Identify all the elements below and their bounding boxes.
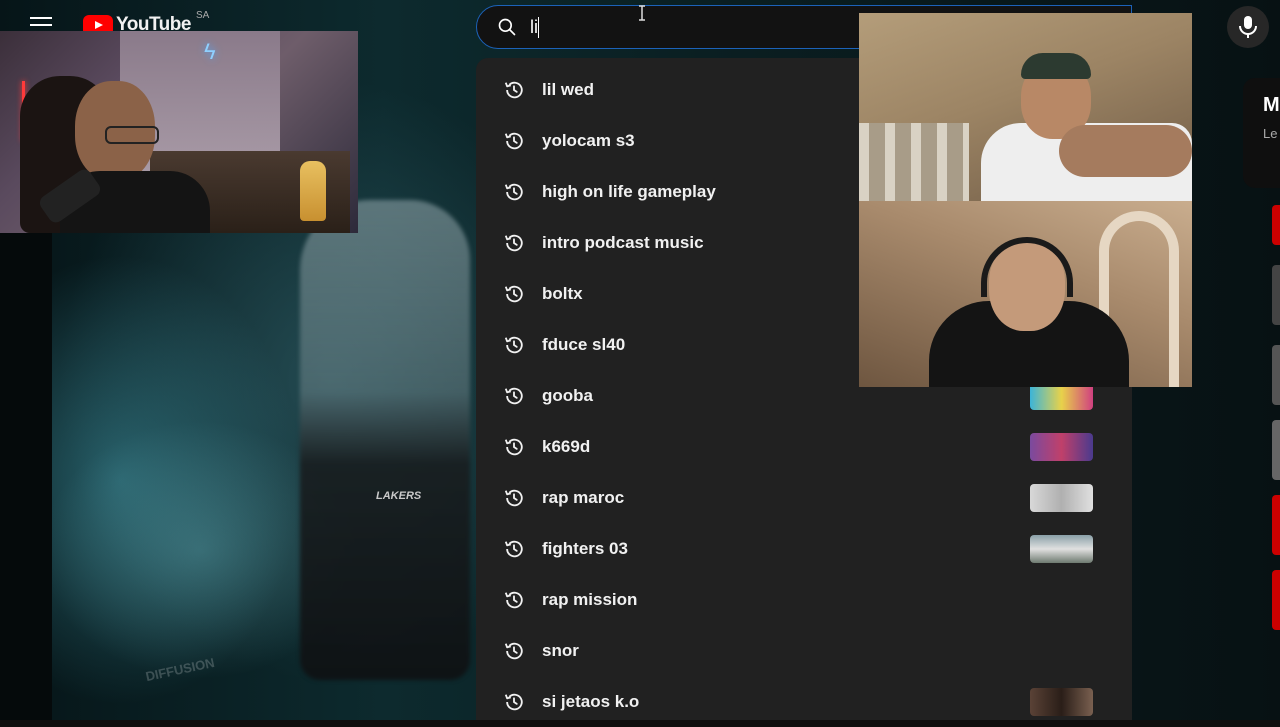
suggestion-text: boltx [542, 284, 583, 303]
suggestion-text: gooba [542, 386, 593, 405]
microphone-icon [1239, 16, 1257, 38]
suggestion-text: yolocam s3 [542, 131, 635, 150]
text-caret [538, 17, 539, 38]
history-icon [504, 132, 523, 150]
suggestion-item[interactable]: fighters 03 [476, 523, 1132, 574]
caller-arm [1059, 125, 1192, 177]
suggestion-thumbnail[interactable] [1030, 484, 1093, 512]
thumbnail-strip[interactable] [1272, 205, 1280, 245]
suggestion-text: k669d [542, 437, 591, 456]
suggestion-text: fighters 03 [542, 539, 628, 558]
side-panel-title: M [1263, 94, 1280, 116]
history-icon [504, 489, 523, 507]
caller-top-feed [859, 13, 1192, 201]
caller-cap [1021, 53, 1091, 79]
video-shadow [0, 230, 52, 720]
lightning-neon-icon: ϟ [204, 39, 216, 64]
suggestion-item[interactable]: k669d [476, 421, 1132, 472]
text-cursor-icon [639, 5, 645, 21]
search-input[interactable] [530, 14, 830, 40]
thumbnail-strip[interactable] [1272, 345, 1280, 405]
side-panel-subtitle: Le [1263, 126, 1278, 141]
thumbnail-strip[interactable] [1272, 570, 1280, 630]
suggestion-thumbnail[interactable] [1030, 433, 1093, 461]
history-icon [504, 336, 523, 354]
webcam-glasses [105, 126, 159, 144]
history-icon [504, 693, 523, 711]
voice-search-button[interactable] [1227, 6, 1269, 48]
thumbnail-strip[interactable] [1272, 495, 1280, 555]
suggestion-text: intro podcast music [542, 233, 704, 252]
suggestion-item[interactable]: si jetaos k.o [476, 676, 1132, 727]
suggestion-text: rap maroc [542, 488, 625, 507]
thumbnail-strip[interactable] [1272, 420, 1280, 480]
streamer-webcam: ϟ [0, 31, 358, 233]
caller-headset [981, 237, 1073, 297]
region-code: SA [196, 10, 210, 21]
suggestion-thumbnail[interactable] [1030, 535, 1093, 563]
video-person [300, 200, 470, 680]
suggestion-text: snor [542, 641, 579, 660]
suggestion-thumbnail[interactable] [1030, 688, 1093, 716]
history-icon [504, 438, 523, 456]
history-icon [504, 642, 523, 660]
suggestion-item[interactable]: rap maroc [476, 472, 1132, 523]
suggestion-text: high on life gameplay [542, 182, 716, 201]
suggestion-text: si jetaos k.o [542, 692, 640, 711]
suggestion-text: rap mission [542, 590, 638, 609]
history-icon [504, 285, 523, 303]
history-icon [504, 591, 523, 609]
history-icon [504, 540, 523, 558]
suggestion-item[interactable]: snor [476, 625, 1132, 676]
jersey-text: LAKERS [376, 490, 422, 502]
history-icon [504, 234, 523, 252]
search-icon [498, 18, 516, 36]
webcam-figurine [300, 161, 326, 221]
suggestion-text: fduce sl40 [542, 335, 626, 354]
thumbnail-strip[interactable] [1272, 265, 1280, 325]
history-icon [504, 387, 523, 405]
video-call-overlay [859, 13, 1192, 387]
history-icon [504, 81, 523, 99]
caller-crib [859, 123, 969, 201]
history-icon [504, 183, 523, 201]
caller-bottom-feed [859, 201, 1192, 387]
suggestion-item[interactable]: rap mission [476, 574, 1132, 625]
suggestion-text: lil wed [542, 80, 594, 99]
